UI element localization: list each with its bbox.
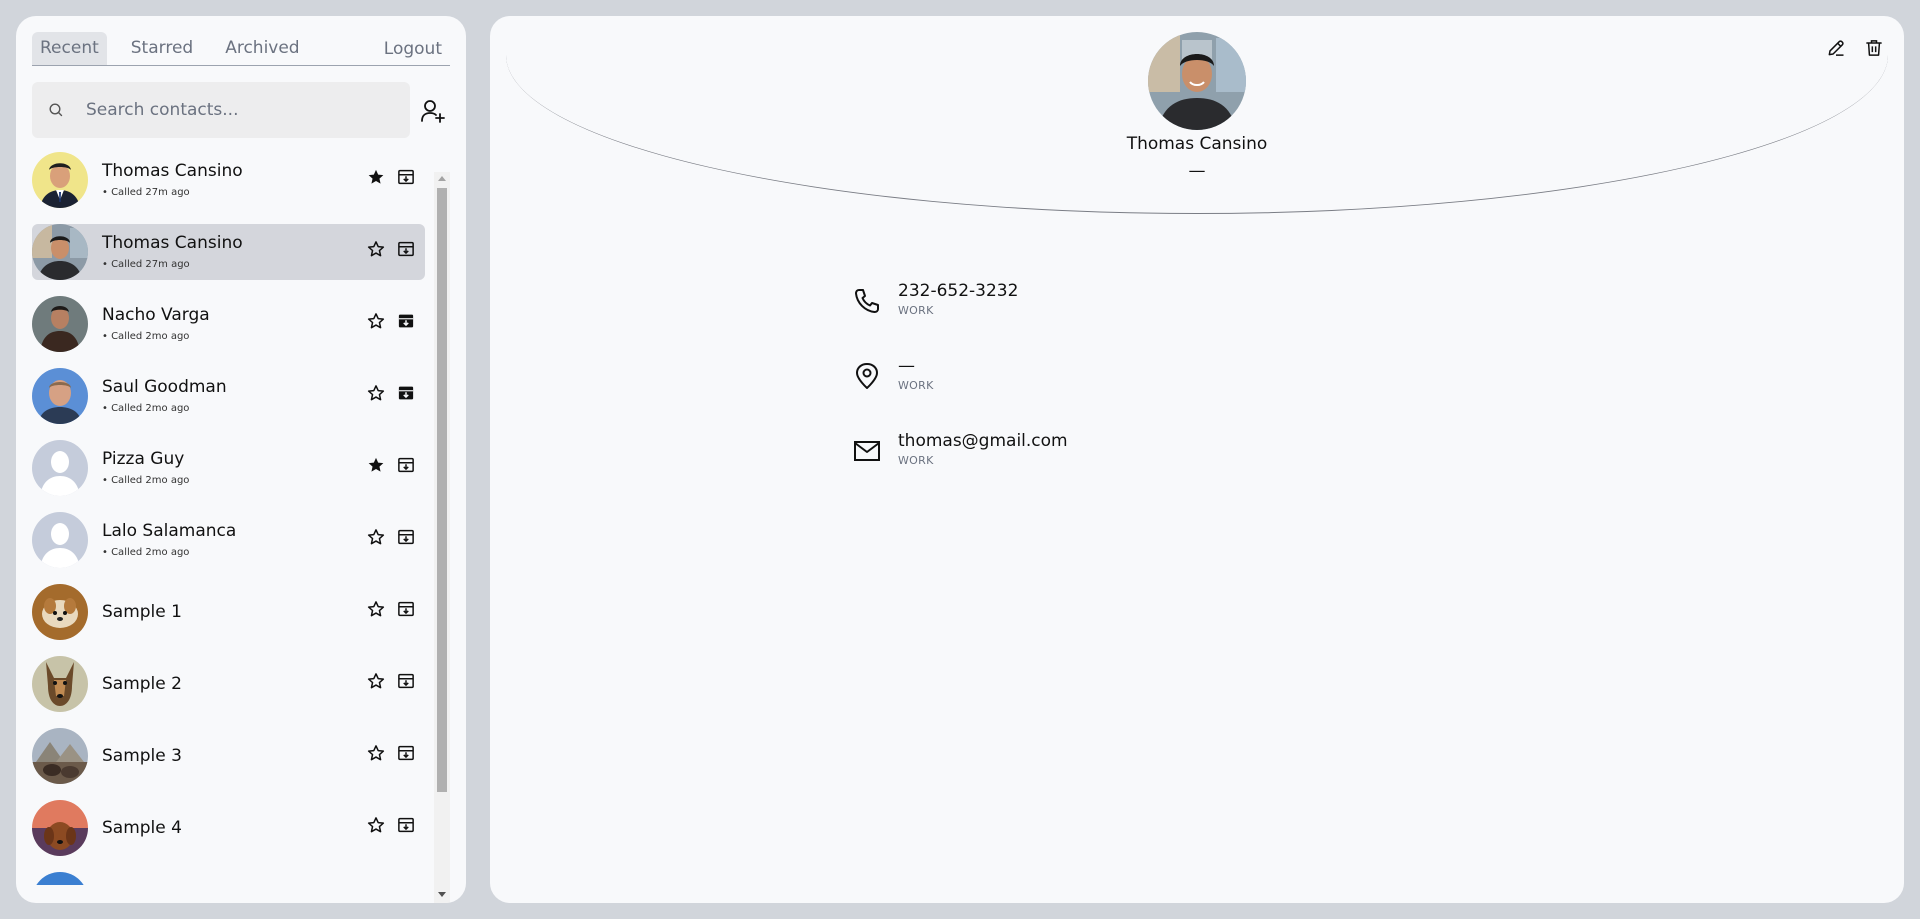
unarchive-icon[interactable] [397,312,415,330]
star-outline-icon[interactable] [367,600,385,618]
archive-icon[interactable] [397,744,415,762]
contact-name: Thomas Cansino [102,161,243,181]
location-pin-icon [852,361,882,391]
search-box [32,82,410,138]
avatar [32,872,88,885]
email-value: thomas@gmail.com [898,431,1068,451]
avatar [32,296,88,352]
star-filled-icon[interactable] [367,456,385,474]
phone-icon [852,286,882,316]
star-outline-icon[interactable] [367,384,385,402]
logout-button[interactable]: Logout [376,33,450,65]
contact-row[interactable]: Lalo Salamanca • Called 2mo ago [32,512,425,568]
archive-icon[interactable] [397,528,415,546]
contact-row[interactable]: Sample 3 [32,728,425,784]
star-outline-icon[interactable] [367,240,385,258]
email-label: WORK [898,454,934,467]
delete-icon[interactable] [1864,38,1884,58]
contact-call-status: • Called 27m ago [102,259,190,270]
contact-row-selected[interactable]: Thomas Cansino • Called 27m ago [32,224,425,280]
avatar [32,656,88,712]
address-value: — [898,356,915,376]
tab-archived[interactable]: Archived [217,32,307,65]
phone-label: WORK [898,304,934,317]
email-row: thomas@gmail.com WORK [852,430,1068,505]
avatar [32,224,88,280]
contact-name: Sample 2 [102,674,182,694]
star-outline-icon[interactable] [367,312,385,330]
contact-name: Pizza Guy [102,449,185,469]
scroll-up-icon[interactable] [438,176,446,181]
default-avatar [32,512,88,568]
contact-name: Sample 1 [102,602,182,622]
edit-icon[interactable] [1826,38,1846,58]
contact-call-status: • Called 2mo ago [102,547,190,558]
default-avatar [32,440,88,496]
star-filled-icon[interactable] [367,168,385,186]
contact-row[interactable]: Sample 4 [32,800,425,856]
contact-call-status: • Called 2mo ago [102,331,190,342]
tab-bar: Recent Starred Archived Logout [32,32,450,66]
contacts-panel: Recent Starred Archived Logout Thomas Ca… [16,16,466,903]
contact-name: Sample 4 [102,818,182,838]
contact-detail-panel: Thomas Cansino — 232-652-3232 WORK — WOR… [490,16,1904,903]
avatar [32,728,88,784]
unarchive-icon[interactable] [397,384,415,402]
address-row: — WORK [852,355,1068,430]
tab-starred[interactable]: Starred [123,32,201,65]
contact-call-status: • Called 27m ago [102,187,190,198]
scroll-down-icon[interactable] [438,892,446,897]
contact-row[interactable]: Nacho Varga • Called 2mo ago [32,296,425,352]
contact-name: Lalo Salamanca [102,521,237,541]
mail-icon [852,436,882,466]
contact-detail-subtitle: — [1188,161,1206,181]
avatar [32,800,88,856]
contact-name: Sample 3 [102,746,182,766]
search-icon [48,102,64,118]
phone-value: 232-652-3232 [898,281,1019,301]
avatar [32,368,88,424]
search-input[interactable] [86,100,386,120]
contact-avatar [1148,32,1246,130]
star-outline-icon[interactable] [367,744,385,762]
contact-detail-name: Thomas Cansino [1126,134,1268,154]
archive-icon[interactable] [397,240,415,258]
scrollbar-thumb[interactable] [437,188,447,792]
contact-list: Thomas Cansino • Called 27m ago Thomas C… [32,152,425,885]
contact-call-status: • Called 2mo ago [102,403,190,414]
add-contact-icon[interactable] [420,98,446,124]
star-outline-icon[interactable] [367,816,385,834]
contact-row[interactable]: Saul Goodman • Called 2mo ago [32,368,425,424]
archive-icon[interactable] [397,168,415,186]
avatar [32,152,88,208]
avatar [32,584,88,640]
star-outline-icon[interactable] [367,672,385,690]
contact-call-status: • Called 2mo ago [102,475,190,486]
archive-icon[interactable] [397,816,415,834]
star-outline-icon[interactable] [367,528,385,546]
contact-row[interactable]: Sample 1 [32,584,425,640]
contact-name: Nacho Varga [102,305,210,325]
contact-info-list: 232-652-3232 WORK — WORK thomas@gmail.co… [852,280,1068,505]
archive-icon[interactable] [397,672,415,690]
contact-row[interactable]: Sample 2 [32,656,425,712]
address-label: WORK [898,379,934,392]
archive-icon[interactable] [397,456,415,474]
contact-name: Thomas Cansino [102,233,243,253]
contact-row[interactable]: Thomas Cansino • Called 27m ago [32,152,425,208]
archive-icon[interactable] [397,600,415,618]
contact-row[interactable]: Pizza Guy • Called 2mo ago [32,440,425,496]
contact-list-scrollbar[interactable] [434,172,450,903]
tab-recent[interactable]: Recent [32,32,107,65]
contact-row[interactable] [32,872,425,885]
contact-name: Saul Goodman [102,377,227,397]
phone-row: 232-652-3232 WORK [852,280,1068,355]
